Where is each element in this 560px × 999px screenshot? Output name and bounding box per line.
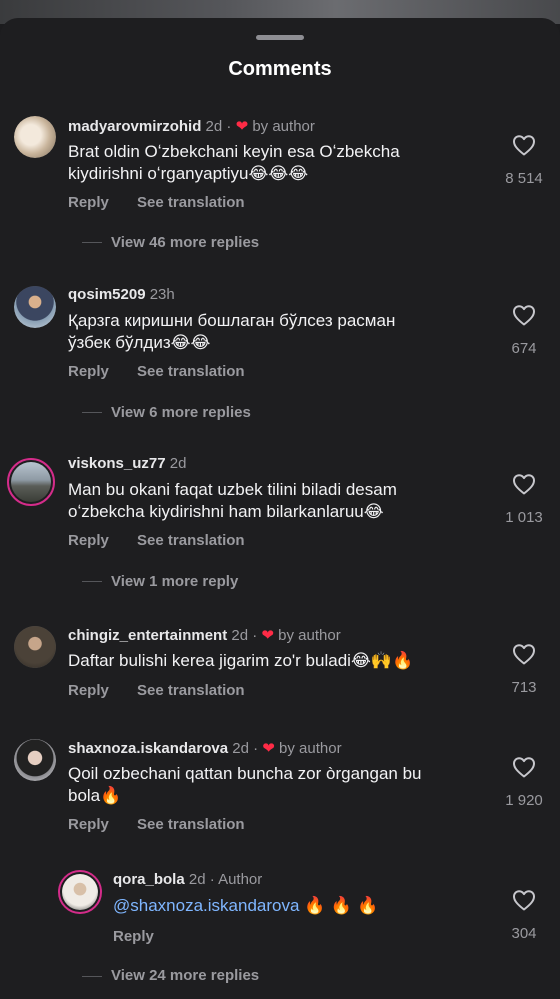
comment-line: Man bu okani faqat uzbek tilini biladi d… [68,480,397,499]
reply-actions: Reply [113,928,178,945]
see-translation-button[interactable]: See translation [137,532,245,549]
timestamp: 2d [231,627,249,644]
comment-line: Daftar bulishi kerea jigarim zo'r buladi [68,651,351,670]
sheet-grabber-handle[interactable] [256,35,304,40]
username[interactable]: shaxnoza.iskandarova [68,740,228,757]
author-like-badge: by author [279,740,342,757]
comment-actions: Reply See translation [68,816,269,833]
heart-outline-icon[interactable] [512,304,536,326]
avatar[interactable] [14,116,56,158]
reply-button[interactable]: Reply [113,928,154,945]
comment-text: Қарзга киришни бошлаган бўлсез расман ўз… [68,310,458,354]
like-count: 1 013 [505,509,543,526]
emoji: 🔥 [100,786,122,806]
comment-actions: Reply See translation [68,532,269,549]
heart-outline-icon[interactable] [512,134,536,156]
emoji: 🔥 🔥 🔥 [304,896,379,916]
like-control: 1 920 [495,756,553,809]
view-more-replies-button[interactable]: View 6 more replies [111,404,251,421]
like-control: 1 013 [495,473,553,526]
reply-button[interactable]: Reply [68,194,109,211]
avatar[interactable] [58,870,102,914]
comment-text: Brat oldin Oʻzbekchani keyin esa Oʻzbekc… [68,141,458,185]
comment-text: Qoil ozbechani qattan buncha zor òrganga… [68,763,458,807]
username[interactable]: viskons_uz77 [68,455,166,472]
sheet-title: Comments [228,58,332,80]
emoji: 😂😂 [170,333,211,353]
avatar[interactable] [14,626,56,668]
avatar[interactable] [7,458,55,506]
comment-meta: chingiz_entertainment 2d · ❤ by author [68,627,341,644]
see-translation-button[interactable]: See translation [137,682,245,699]
emoji: 😂 [363,502,384,522]
view-more-replies-button[interactable]: View 46 more replies [111,234,259,251]
comment-actions: Reply See translation [68,363,269,380]
comment-text: Daftar bulishi kerea jigarim zo'r buladi… [68,650,458,672]
view-more-replies-button[interactable]: View 1 more reply [111,573,238,590]
heart-filled-icon: ❤ [262,740,275,757]
reply-button[interactable]: Reply [68,816,109,833]
timestamp: 2d [169,455,187,472]
comment-actions: Reply See translation [68,194,269,211]
heart-filled-icon: ❤ [235,118,249,135]
timestamp: 23h [149,286,175,303]
comment-line: kiydirishni oʻrganyaptiyu [68,164,249,183]
see-translation-button[interactable]: See translation [137,816,245,833]
divider-line [82,242,102,243]
view-more-replies-button[interactable]: View 24 more replies [111,967,259,984]
comment-meta: madyarovmirzohid 2d · ❤ by author [68,118,315,135]
timestamp: 2d [205,118,223,135]
divider-line [82,581,102,582]
timestamp: 2d [188,871,206,888]
like-count: 1 920 [505,792,543,809]
like-control: 8 514 [495,134,553,187]
heart-filled-icon: ❤ [261,627,274,644]
author-label: Author [218,871,263,888]
like-count: 674 [511,340,537,357]
comment-text: Man bu okani faqat uzbek tilini biladi d… [68,479,458,523]
comment-actions: Reply See translation [68,682,269,699]
comment-meta: qosim5209 23h [68,286,175,303]
comment-line: ўзбек бўлдиз [68,333,171,352]
avatar[interactable] [14,286,56,328]
like-control: 674 [495,304,553,357]
divider-line [82,976,102,977]
divider-line [82,412,102,413]
reply-meta: qora_bola 2d · Author [113,871,263,888]
username[interactable]: qosim5209 [68,286,146,303]
heart-outline-icon[interactable] [512,889,536,911]
avatar[interactable] [14,739,56,781]
author-like-badge: by author [252,118,315,135]
comment-line: Brat oldin Oʻzbekchani keyin esa Oʻzbekc… [68,142,400,161]
reply-button[interactable]: Reply [68,363,109,380]
emoji: 😂😂😂 [248,164,309,184]
like-control: 304 [495,889,553,942]
see-translation-button[interactable]: See translation [137,194,245,211]
see-translation-button[interactable]: See translation [137,363,245,380]
username[interactable]: chingiz_entertainment [68,627,227,644]
emoji: 😂🙌🔥 [350,651,414,671]
comment-line: Қарзга киришни бошлаган бўлсез расман [68,311,396,330]
username[interactable]: madyarovmirzohid [68,118,201,135]
heart-outline-icon[interactable] [512,643,536,665]
like-count: 8 514 [505,170,543,187]
heart-outline-icon[interactable] [512,756,536,778]
reply-text: @shaxnoza.iskandarova 🔥 🔥 🔥 [113,895,453,917]
like-control: 713 [495,643,553,696]
like-count: 304 [511,925,537,942]
reply-button[interactable]: Reply [68,532,109,549]
like-count: 713 [511,679,537,696]
username[interactable]: qora_bola [113,871,185,888]
comment-line: bola [68,786,101,805]
comment-line: Qoil ozbechani qattan buncha zor òrganga… [68,764,422,783]
timestamp: 2d [232,740,249,757]
heart-outline-icon[interactable] [512,473,536,495]
comment-line: oʻzbekcha kiydirishni ham bilarkanlaruu [68,502,364,521]
comment-meta: shaxnoza.iskandarova 2d · ❤ by author [68,740,342,757]
reply-button[interactable]: Reply [68,682,109,699]
comment-meta: viskons_uz77 2d [68,455,186,472]
author-like-badge: by author [278,627,341,644]
mention-link[interactable]: @shaxnoza.iskandarova [113,896,299,915]
